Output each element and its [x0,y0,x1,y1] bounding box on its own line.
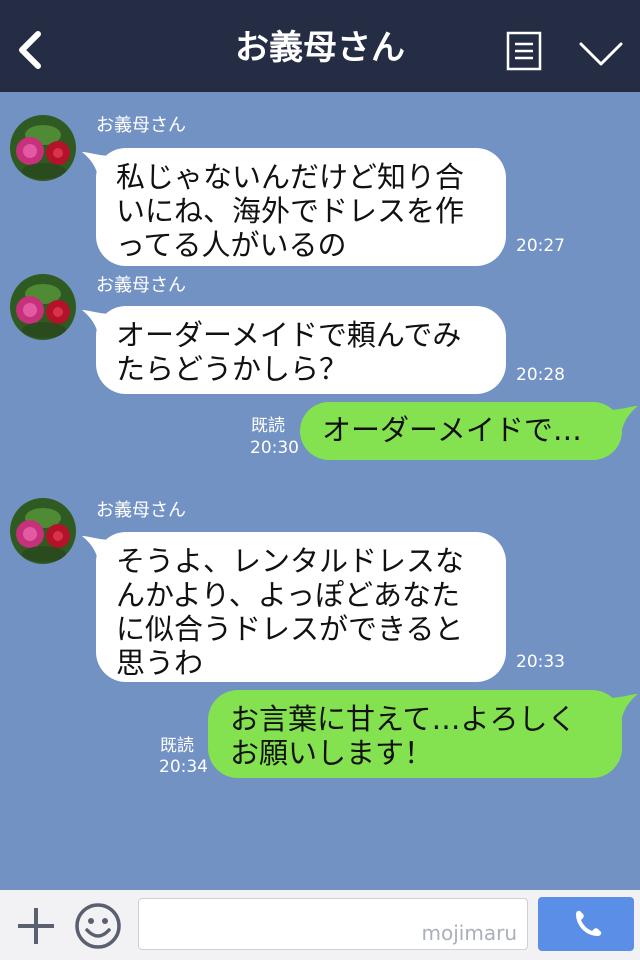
incoming-message-bubble[interactable]: オーダーメイドで頼んでみ たらどうかしら？ [96,306,506,394]
header-bar: お義母さん [0,0,640,92]
message-time: 20:27 [516,236,565,256]
message-time: 20:28 [516,365,565,385]
read-receipt: 既読 [251,416,285,436]
smile-icon[interactable] [74,902,122,950]
outgoing-message-bubble[interactable]: オーダーメイドで… [300,402,622,460]
bubble-tail [608,406,638,430]
call-button[interactable] [538,897,634,951]
sender-name: お義母さん [96,275,186,296]
message-time: 20:30 [250,438,299,458]
menu-list-icon[interactable] [506,31,542,71]
read-receipt: 既読 [160,736,194,756]
bubble-tail [608,694,638,718]
plus-icon[interactable] [16,906,56,946]
avatar[interactable] [10,274,76,340]
chat-area[interactable]: お義母さん 私じゃないんだけど知り合 いにね、海外でドレスを作 ってる人がいるの… [0,92,640,890]
sender-name: お義母さん [96,115,186,136]
phone-icon [576,910,602,936]
avatar[interactable] [10,498,76,564]
watermark: mojimaru [421,921,517,945]
avatar[interactable] [10,115,76,181]
message-time: 20:33 [516,652,565,672]
incoming-message-bubble[interactable]: そうよ、レンタルドレスな んかより、よっぽどあなた に似合うドレスができると 思… [96,532,506,682]
outgoing-message-bubble[interactable]: お言葉に甘えて…よろしく お願いします！ [208,690,622,778]
chat-title: お義母さん [235,28,405,68]
sender-name: お義母さん [96,500,186,521]
incoming-message-bubble[interactable]: 私じゃないんだけど知り合 いにね、海外でドレスを作 ってる人がいるの [96,148,506,266]
chevron-down-icon[interactable] [578,40,624,68]
message-input[interactable]: mojimaru [138,898,528,950]
message-time: 20:34 [159,757,208,777]
